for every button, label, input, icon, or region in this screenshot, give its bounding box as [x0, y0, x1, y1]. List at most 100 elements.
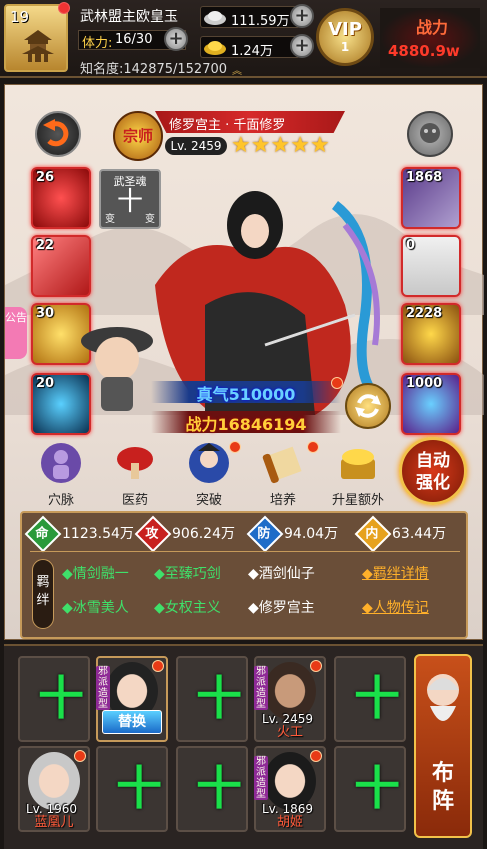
fetter-2-text: ◆酒剑仙子	[248, 566, 315, 582]
equip-slot-2[interactable]: 22	[31, 235, 91, 297]
formation-slot-hero-1[interactable]: 邪派造型 Lv. 2459 火工	[254, 656, 326, 742]
fetter-0-text: ◆情剑融一	[62, 566, 129, 582]
formation-slot-hero-2[interactable]: Lv. 1960 蓝凰儿	[18, 746, 90, 832]
stat-value: 1123.54万	[62, 526, 134, 542]
announcement-tab[interactable]: 公告	[5, 307, 27, 359]
fetter-4-text: ◆女权主义	[154, 600, 221, 616]
notification-dot	[58, 2, 70, 14]
vip-level: 1	[340, 40, 350, 54]
add-silver-button[interactable]: +	[290, 4, 314, 28]
menu-cultivate[interactable]: 培养	[253, 441, 313, 508]
stat-1: 攻 906.24万	[134, 515, 235, 553]
fetter-5: ◆修罗宫主	[248, 597, 315, 617]
stat-row: 命 1123.54万攻 906.24万防 94.04万内 63.44万	[24, 515, 460, 553]
formation-slot-empty[interactable]: 十	[176, 746, 248, 832]
evil-style-tag: 邪派造型	[254, 666, 268, 710]
formation-slot-hero-3[interactable]: 邪派造型 Lv. 1869 胡姬	[254, 746, 326, 832]
add-gold-button[interactable]: +	[290, 34, 314, 58]
equip-slot-8[interactable]: 1000	[401, 373, 461, 435]
plus-icon: 十	[196, 761, 242, 815]
hero-power-display: 战力16846194	[151, 411, 341, 434]
slot-dot	[310, 660, 322, 672]
face-icon	[420, 123, 440, 143]
menu-medicine[interactable]: 医药	[105, 441, 165, 508]
stamina-label: 体力:	[82, 36, 113, 51]
menu-label-0: 穴脉	[47, 493, 74, 508]
gold-box: 1.24万	[200, 36, 300, 59]
power-value: 4880.9w	[388, 42, 460, 60]
swap-button[interactable]: 替换	[102, 710, 162, 734]
qi-display: 真气510000	[151, 381, 341, 404]
menu-label-4: 升星额外	[331, 493, 384, 508]
evil-style-tag: 邪派造型	[96, 666, 110, 710]
equip-slot-1[interactable]: 26	[31, 167, 91, 229]
fetter-2: ◆酒剑仙子	[248, 563, 315, 583]
back-button[interactable]	[35, 111, 81, 157]
rank-badge: 宗师	[113, 111, 163, 161]
qi-notification-dot	[331, 377, 343, 389]
formation-slot-empty[interactable]: 十	[96, 746, 168, 832]
equip-slot-5[interactable]: 1868	[401, 167, 461, 229]
auto-strengthen-button[interactable]: 自动 强化	[399, 437, 467, 505]
companion-chibi	[81, 327, 153, 411]
slot-dot	[310, 750, 322, 762]
plus-icon: 十	[116, 761, 162, 815]
power-display: 战力 4880.9w	[380, 8, 480, 68]
fetter-1: ◆至臻巧剑	[154, 563, 221, 583]
switch-hero-button[interactable]	[345, 383, 391, 429]
vip-button[interactable]: VIP 1	[316, 8, 374, 66]
fetter-3: ◆冰雪美人	[62, 597, 129, 617]
hero-name: 胡姬	[276, 815, 303, 830]
menu-label-1: 医药	[121, 493, 148, 508]
soul-sub-left: 变	[105, 214, 115, 225]
stamina-value: 16/30	[115, 32, 153, 47]
stat-icon: 内	[354, 515, 392, 553]
equip-slot-7[interactable]: 2228	[401, 303, 461, 365]
stat-3: 内 63.44万	[354, 515, 446, 553]
add-stamina-button[interactable]: +	[164, 27, 188, 51]
stat-icon: 命	[24, 515, 62, 553]
expand-chevron-icon[interactable]: ︽	[232, 62, 246, 77]
lineup-button[interactable]: 布阵	[414, 654, 472, 838]
hero-name: 火工	[276, 725, 303, 740]
equip-slot-6[interactable]: 0	[401, 235, 461, 297]
formation-slot-empty[interactable]: 十	[18, 656, 90, 742]
menu-star-up[interactable]: 升星额外	[323, 441, 393, 508]
scholar-icon	[189, 443, 229, 483]
stat-icon: 防	[246, 515, 284, 553]
vip-label: VIP	[328, 19, 362, 40]
star-icon: ★	[250, 133, 271, 158]
fetter-3-text: ◆冰雪美人	[62, 600, 129, 616]
treasure-icon	[341, 449, 375, 479]
formation-slot-empty[interactable]: 十	[176, 656, 248, 742]
formation-panel: 十 邪派造型 替换 十 邪派造型 Lv. 2459 火工 十 Lv. 1960 …	[4, 644, 483, 849]
divider	[30, 551, 460, 552]
fetter-detail-link[interactable]: ◆羁绊详情	[362, 563, 429, 583]
formation-slot-empty[interactable]: 十	[334, 656, 406, 742]
plus-icon: 十	[354, 761, 400, 815]
player-avatar[interactable]: 19	[4, 2, 70, 72]
formation-slot-empty[interactable]: 十	[334, 746, 406, 832]
fame-text: 知名度:142875/152700	[80, 62, 228, 77]
silver-box: 111.59万	[200, 6, 300, 29]
fetter-label-text: 羁绊	[36, 575, 50, 608]
back-arrow-icon	[43, 119, 69, 147]
formation-slot-current[interactable]: 邪派造型 替换	[96, 656, 168, 742]
menu-label-2: 突破	[195, 493, 222, 508]
menu-acupoint[interactable]: 穴脉	[31, 441, 91, 508]
fetter-5-text: ◆修罗宫主	[248, 600, 315, 616]
hero-name: 蓝凰儿	[34, 815, 74, 830]
fetter-0: ◆情剑融一	[62, 563, 129, 583]
stat-2: 防 94.04万	[246, 515, 338, 553]
mushroom-icon	[117, 447, 153, 479]
palace-icon	[22, 30, 54, 62]
plus-icon: 十	[354, 671, 400, 725]
cultivate-dot	[307, 441, 319, 453]
sage-portrait-icon	[427, 674, 459, 721]
hero-level: Lv. 2459	[165, 137, 227, 155]
silver-value: 111.59万	[231, 14, 290, 29]
portrait-button[interactable]	[407, 111, 453, 157]
biography-link[interactable]: ◆人物传记	[362, 597, 429, 617]
star-icon: ★	[231, 133, 251, 158]
player-name: 武林盟主欧皇玉	[80, 9, 178, 25]
